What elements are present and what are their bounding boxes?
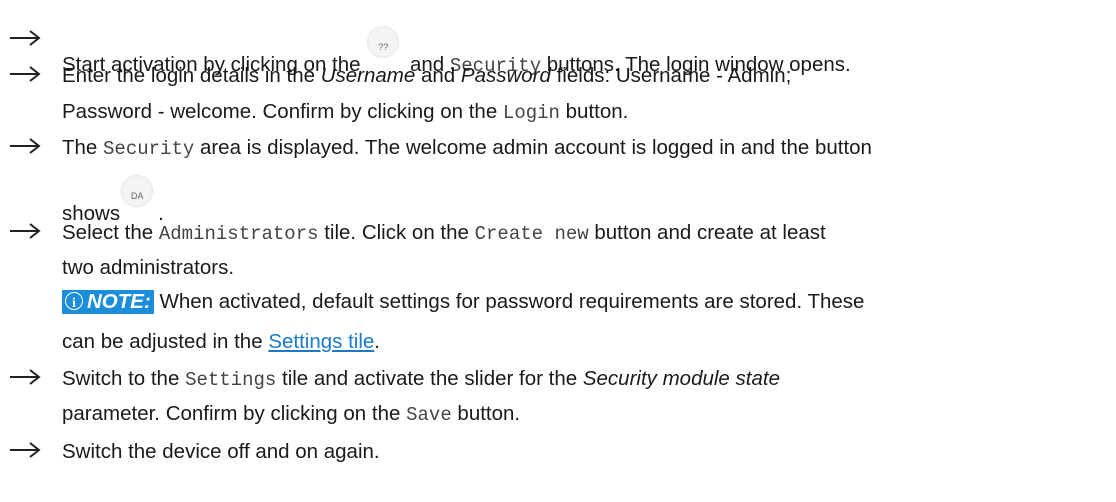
step-6-text: Switch the device off and on again. xyxy=(62,440,380,463)
info-icon: i xyxy=(65,292,83,311)
step-3-text-cont: shows DA. xyxy=(62,176,164,226)
menu-button-icon: ?? xyxy=(368,27,399,57)
note-label: i NOTE: xyxy=(62,290,154,314)
instruction-list: Start activation by clicking on the ?? a… xyxy=(0,0,1116,502)
right-arrow-icon xyxy=(8,440,44,460)
step-4-text-cont: two administrators. xyxy=(62,256,235,279)
right-arrow-icon xyxy=(8,367,44,387)
settings-tile-link[interactable]: Settings tile xyxy=(268,330,374,353)
right-arrow-icon xyxy=(8,221,44,241)
right-arrow-icon xyxy=(8,64,44,84)
step-4-text: Select the Administrators tile. Click on… xyxy=(62,221,826,245)
step-2-text-cont: Password - welcome. Confirm by clicking … xyxy=(62,100,629,124)
step-3-text: The Security area is displayed. The welc… xyxy=(62,136,872,160)
step-5-text: Switch to the Settings tile and activate… xyxy=(62,367,780,391)
step-2-text: Enter the login details in the Username … xyxy=(62,64,792,87)
step-5-text-cont: parameter. Confirm by clicking on the Sa… xyxy=(62,402,521,426)
user-avatar-icon: DA xyxy=(122,176,153,206)
right-arrow-icon xyxy=(8,28,44,48)
note-box: i NOTE: When activated, default settings … xyxy=(62,290,864,314)
note-text-cont: can be adjusted in the Settings tile. xyxy=(62,330,380,353)
right-arrow-icon xyxy=(8,136,44,156)
